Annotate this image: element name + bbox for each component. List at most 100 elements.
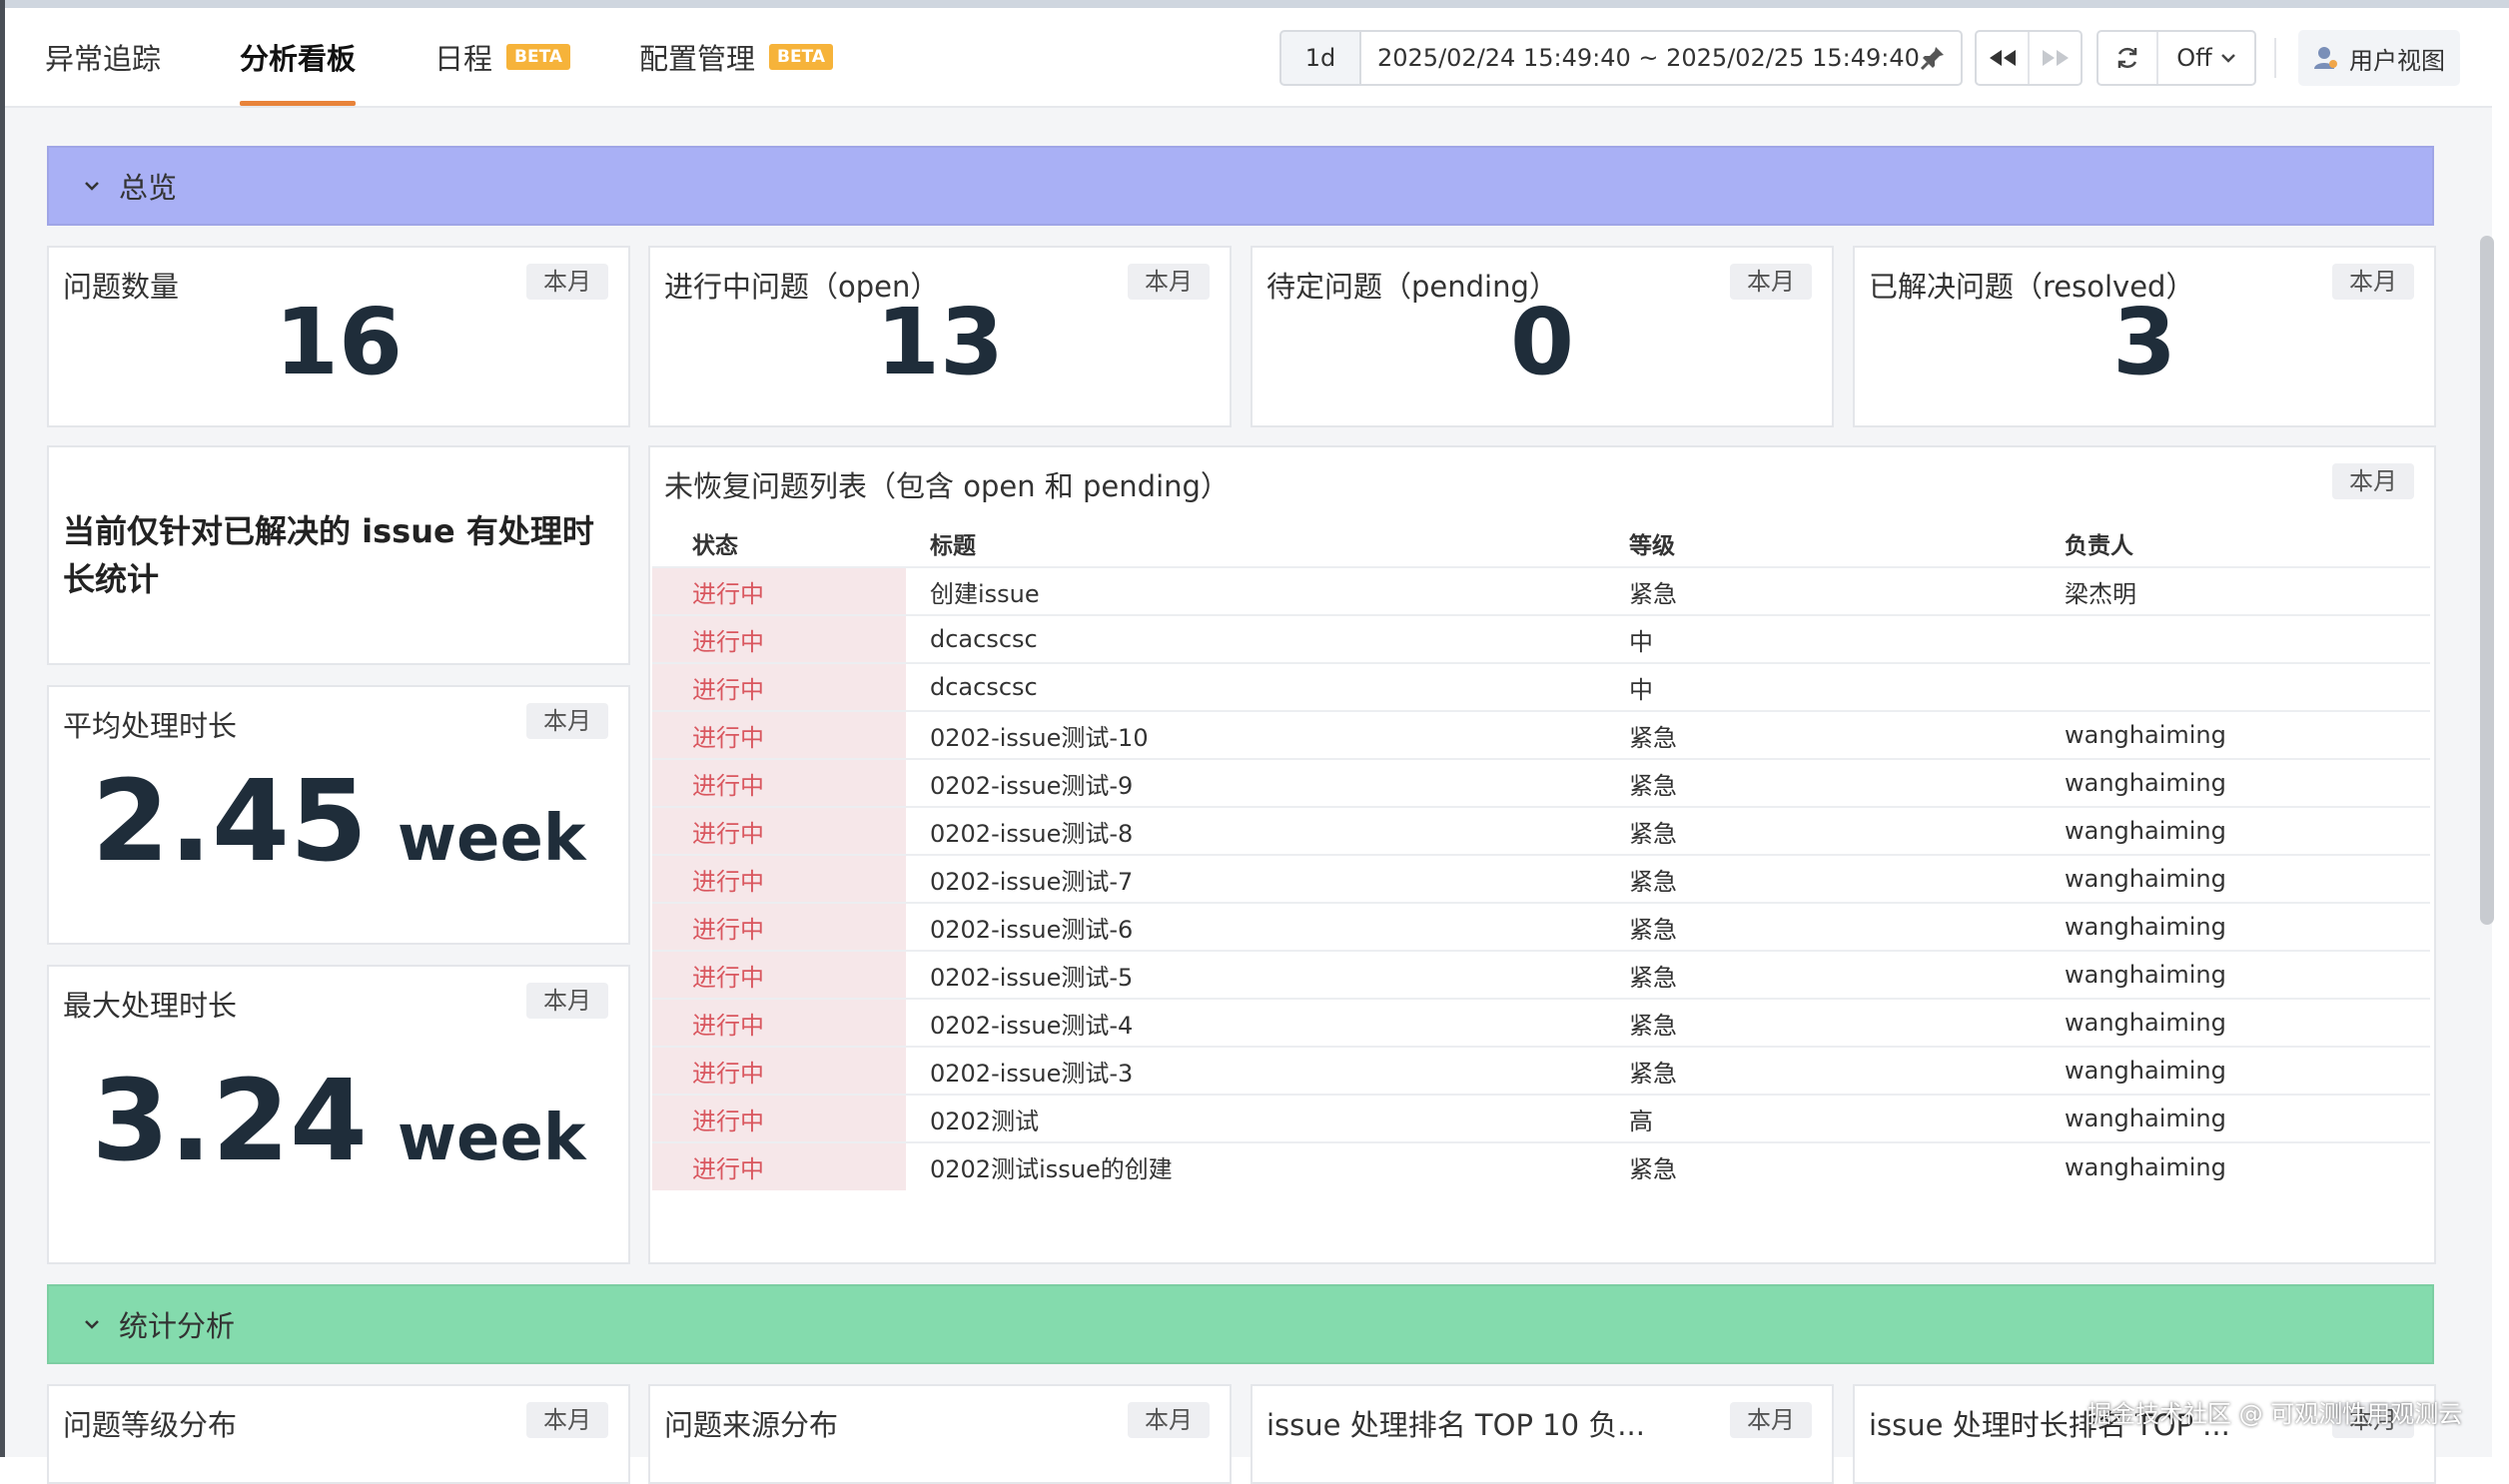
table-header-row: 状态 标题 等级 负责人 [652, 519, 2430, 567]
rewind-button[interactable] [1977, 32, 2028, 84]
table-row[interactable]: 进行中 0202-issue测试-5 紧急 wanghaiming [652, 950, 2430, 999]
window-top-border [0, 0, 2509, 8]
beta-badge: BETA [769, 44, 834, 70]
table-row[interactable]: 进行中 0202-issue测试-9 紧急 wanghaiming [652, 758, 2430, 807]
title-cell: 0202-issue测试-10 [906, 710, 1619, 759]
tab-analysis-dashboard[interactable]: 分析看板 [240, 8, 357, 106]
unresolved-issues-card: 未恢复问题列表（包含 open 和 pending） 本月 状态 标题 等级 负… [648, 445, 2436, 1264]
max-duration-card: 最大处理时长 本月 3.24 week [47, 965, 630, 1264]
table-row[interactable]: 进行中 0202-issue测试-6 紧急 wanghaiming [652, 902, 2430, 951]
level-cell: 紧急 [1619, 710, 2055, 759]
tab-label: 分析看板 [240, 42, 357, 76]
table-row[interactable]: 进行中 0202-issue测试-4 紧急 wanghaiming [652, 998, 2430, 1047]
notice-text: 当前仅针对已解决的 issue 有处理时长统计 [63, 512, 594, 598]
table-row[interactable]: 进行中 0202测试issue的创建 紧急 wanghaiming [652, 1141, 2430, 1190]
issues-table: 状态 标题 等级 负责人 进行中 创建issue 紧急 梁杰明 进行中 dcacscsc 中… [652, 519, 2430, 1190]
card-title: 问题等级分布 [63, 1408, 238, 1442]
column-header-status[interactable]: 状态 [652, 519, 906, 567]
kpi-value: 3 [2111, 289, 2176, 395]
source-distribution-card: 问题来源分布 本月 [648, 1384, 1232, 1484]
assignee-cell: wanghaiming [2055, 710, 2430, 759]
table-row[interactable]: 进行中 0202-issue测试-10 紧急 wanghaiming [652, 710, 2430, 759]
status-cell: 进行中 [652, 566, 906, 615]
time-navigation [1975, 30, 2083, 86]
tab-label: 异常追踪 [45, 42, 162, 76]
column-header-title[interactable]: 标题 [906, 519, 1619, 567]
column-header-level[interactable]: 等级 [1619, 519, 2055, 567]
stats-section-header[interactable]: 统计分析 [47, 1284, 2434, 1364]
avg-duration-card: 平均处理时长 本月 2.45 week [47, 685, 630, 945]
card-title: 平均处理时长 [63, 709, 238, 743]
level-cell: 紧急 [1619, 566, 2055, 615]
refresh-interval-label: Off [2176, 44, 2212, 72]
time-range-label: 2025/02/24 15:49:40 ~ 2025/02/25 15:49:4… [1377, 44, 1920, 72]
status-cell: 进行中 [652, 758, 906, 807]
tab-config-management[interactable]: 配置管理 BETA [639, 8, 834, 106]
assignee-cell: wanghaiming [2055, 1141, 2430, 1190]
title-cell: 0202-issue测试-7 [906, 854, 1619, 903]
forward-button[interactable] [2028, 32, 2081, 84]
kpi-value: 13 [875, 289, 1005, 395]
duration-number: 3.24 [91, 1057, 368, 1186]
time-period-selector[interactable]: 1d [1279, 30, 1361, 86]
level-cell: 紧急 [1619, 1046, 2055, 1095]
overview-section-header[interactable]: 总览 [47, 146, 2434, 226]
kpi-card-total: 问题数量 本月 16 [47, 246, 630, 427]
column-header-assignee[interactable]: 负责人 [2055, 519, 2430, 567]
vertical-scrollbar[interactable] [2480, 236, 2494, 925]
beta-badge: BETA [506, 44, 571, 70]
top-bar: 异常追踪 分析看板 日程 BETA 配置管理 BETA 1d 2025/02/2… [5, 8, 2492, 108]
assignee-cell: wanghaiming [2055, 806, 2430, 855]
scope-badge[interactable]: 本月 [526, 1402, 608, 1438]
table-row[interactable]: 进行中 dcacscsc 中 [652, 614, 2430, 663]
title-cell: 0202-issue测试-4 [906, 998, 1619, 1047]
table-row[interactable]: 进行中 0202-issue测试-8 紧急 wanghaiming [652, 806, 2430, 855]
status-cell: 进行中 [652, 902, 906, 951]
tab-issue-tracking[interactable]: 异常追踪 [45, 8, 161, 106]
duration-unit: week [397, 802, 586, 876]
status-cell: 进行中 [652, 806, 906, 855]
duration-number: 2.45 [91, 757, 368, 887]
time-range-picker[interactable]: 2025/02/24 15:49:40 ~ 2025/02/25 15:49:4… [1359, 30, 1963, 86]
user-view-button[interactable]: 用户视图 [2298, 30, 2460, 86]
scope-badge[interactable]: 本月 [526, 983, 608, 1019]
table-row[interactable]: 进行中 0202-issue测试-3 紧急 wanghaiming [652, 1046, 2430, 1095]
level-cell: 中 [1619, 614, 2055, 663]
scope-badge[interactable]: 本月 [2332, 463, 2414, 499]
card-title: issue 处理排名 TOP 10 负... [1266, 1408, 1645, 1442]
status-cell: 进行中 [652, 1046, 906, 1095]
title-cell: 创建issue [906, 566, 1619, 615]
title-cell: 0202-issue测试-6 [906, 902, 1619, 951]
avg-duration-value: 2.45 week [49, 757, 628, 887]
level-cell: 紧急 [1619, 854, 2055, 903]
user-icon [2314, 47, 2337, 69]
level-cell: 紧急 [1619, 1141, 2055, 1190]
status-cell: 进行中 [652, 950, 906, 999]
notice-card: 当前仅针对已解决的 issue 有处理时长统计 [47, 445, 630, 665]
status-cell: 进行中 [652, 1141, 906, 1190]
scope-badge[interactable]: 本月 [1730, 1402, 1812, 1438]
scope-badge[interactable]: 本月 [526, 703, 608, 739]
table-row[interactable]: 进行中 创建issue 紧急 梁杰明 [652, 566, 2430, 615]
tab-label: 日程 [434, 42, 493, 76]
tab-schedule[interactable]: 日程 BETA [434, 8, 571, 106]
title-cell: 0202-issue测试-9 [906, 758, 1619, 807]
handler-ranking-card: issue 处理排名 TOP 10 负... 本月 [1251, 1384, 1834, 1484]
kpi-card-resolved: 已解决问题（resolved） 本月 3 [1853, 246, 2436, 427]
title-cell: 0202测试 [906, 1094, 1619, 1142]
status-cell: 进行中 [652, 998, 906, 1047]
table-row[interactable]: 进行中 0202测试高 wanghaiming [652, 1094, 2430, 1142]
assignee-cell [2055, 614, 2430, 663]
tab-label: 配置管理 [639, 42, 756, 76]
refresh-interval-select[interactable]: Off [2158, 44, 2254, 72]
assignee-cell: wanghaiming [2055, 950, 2430, 999]
table-row[interactable]: 进行中 dcacscsc 中 [652, 662, 2430, 711]
table-row[interactable]: 进行中 0202-issue测试-7 紧急 wanghaiming [652, 854, 2430, 903]
scope-badge[interactable]: 本月 [1128, 1402, 1210, 1438]
refresh-icon [2117, 47, 2137, 69]
pin-icon[interactable] [1919, 44, 1947, 72]
card-title: 问题来源分布 [664, 1408, 839, 1442]
level-cell: 紧急 [1619, 950, 2055, 999]
section-title: 统计分析 [119, 1309, 236, 1343]
refresh-button[interactable] [2098, 32, 2158, 84]
